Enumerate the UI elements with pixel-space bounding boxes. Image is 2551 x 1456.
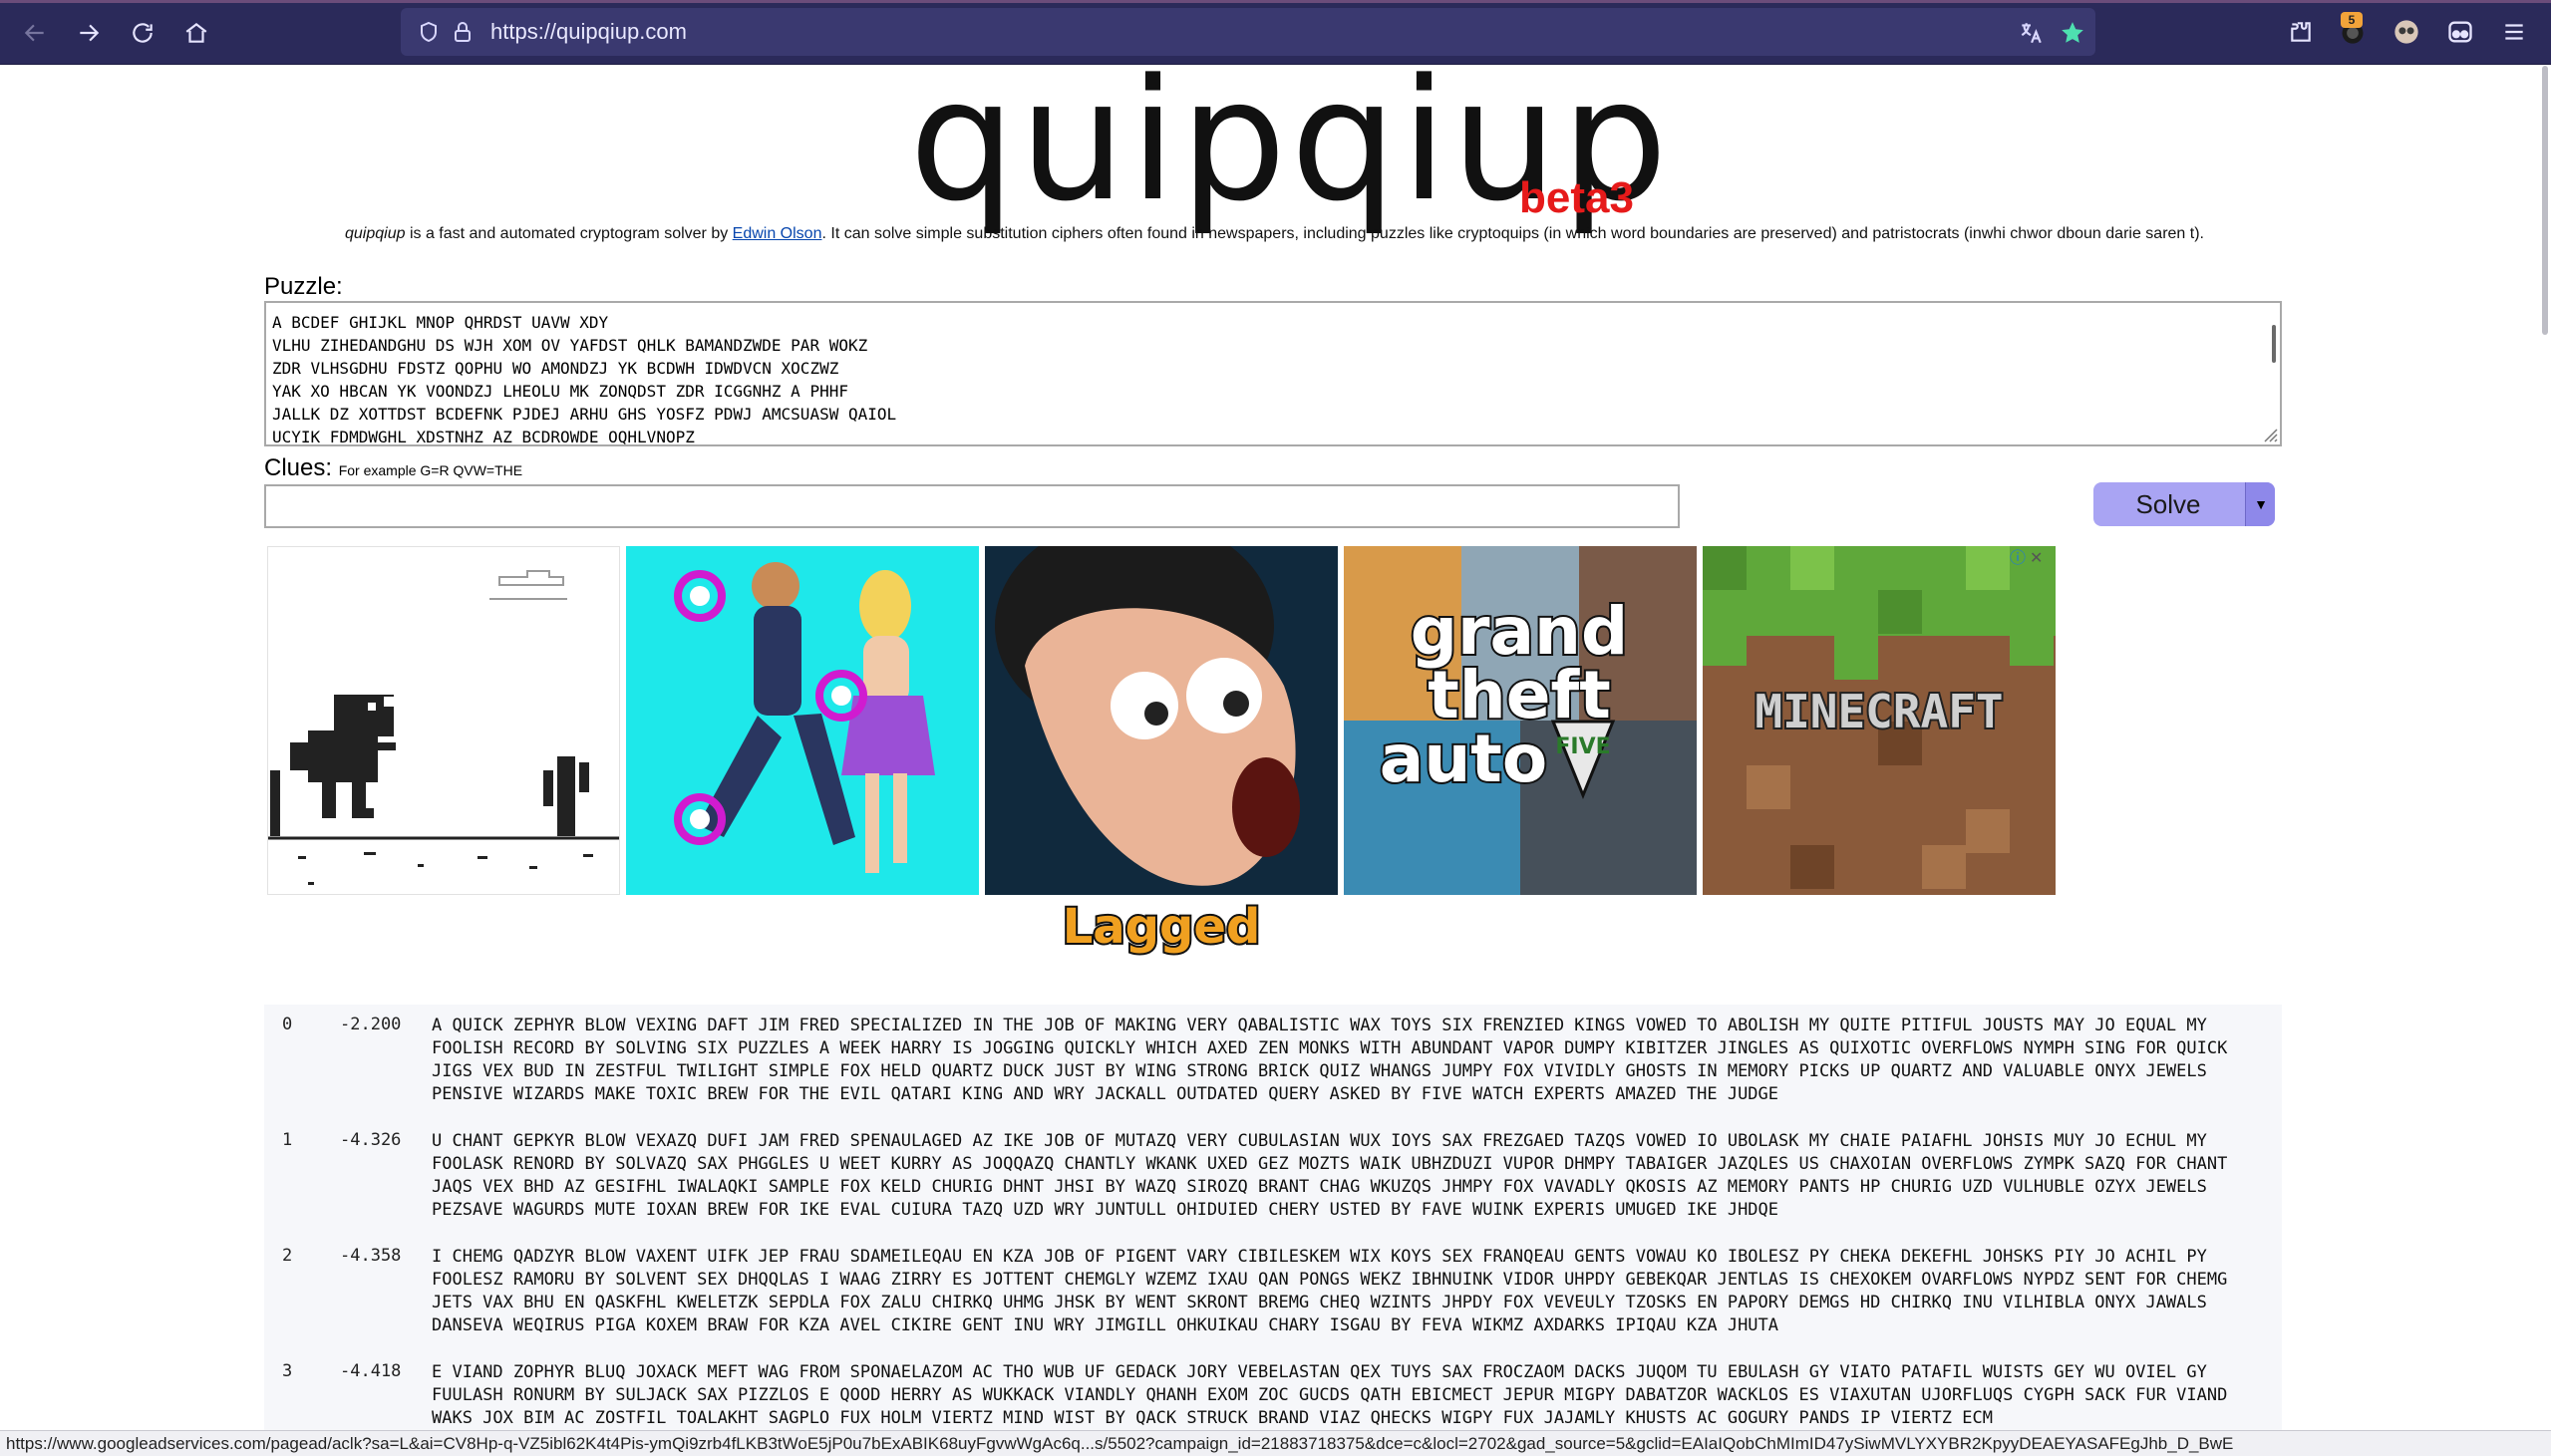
- back-button[interactable]: [18, 16, 52, 50]
- extension-mask-icon[interactable]: [2391, 16, 2422, 48]
- result-text: E VIAND ZOPHYR BLUQ JOXACK MEFT WAG FROM…: [432, 1362, 2238, 1428]
- solve-button[interactable]: Solve ▼: [2093, 482, 2275, 526]
- puzzle-scrollbar[interactable]: [2272, 325, 2276, 363]
- clues-hint: For example G=R QVW=THE: [338, 462, 523, 478]
- ublock-badge: 5: [2341, 12, 2363, 28]
- result-text: I CHEMG QADZYR BLOW VAXENT UIFK JEP FRAU…: [432, 1247, 2238, 1335]
- result-index: 1: [282, 1130, 293, 1150]
- minecraft-text: MINECRAFT: [1754, 685, 2003, 738]
- lagged-logo-text: Lagged: [1063, 899, 1261, 955]
- ad-tile-minecraft[interactable]: MINECRAFT: [1703, 546, 2056, 895]
- solve-dropdown-caret-icon[interactable]: ▼: [2245, 482, 2275, 526]
- intro-brand: quipqiup: [345, 225, 406, 242]
- back-arrow-icon: [24, 24, 44, 42]
- clues-label: Clues: For example G=R QVW=THE: [264, 454, 522, 482]
- ad-tile-gta-five[interactable]: grand theft auto FIVE: [1344, 546, 1697, 895]
- beta-label: beta3: [1519, 173, 1634, 222]
- clues-label-text: Clues:: [264, 454, 333, 481]
- shield-icon[interactable]: [417, 20, 443, 46]
- puzzle-label: Puzzle:: [264, 273, 343, 300]
- intro-before-link: is a fast and automated cryptogram solve…: [405, 225, 733, 242]
- ad-tile-dino[interactable]: [267, 546, 620, 895]
- result-score: -4.418: [340, 1361, 402, 1381]
- clues-input[interactable]: [264, 484, 1680, 528]
- bookmark-star-icon[interactable]: [2060, 20, 2085, 46]
- intro-after-link: . It can solve simple substitution ciphe…: [821, 225, 2204, 242]
- author-link[interactable]: Edwin Olson: [733, 225, 822, 242]
- intro-text: quipqiup is a fast and automated cryptog…: [345, 225, 2204, 243]
- minecraft-icon: MINECRAFT: [1703, 546, 2056, 889]
- gta-text-3: auto: [1380, 721, 1547, 797]
- extensions-icon[interactable]: [2285, 16, 2317, 48]
- result-text: U CHANT GEPKYR BLOW VEXAZQ DUFI JAM FRED…: [432, 1131, 2238, 1220]
- result-index: 2: [282, 1246, 293, 1266]
- page-scrollbar[interactable]: [2542, 66, 2548, 335]
- reload-button[interactable]: [126, 16, 159, 50]
- resize-grip-icon[interactable]: [2260, 425, 2278, 442]
- result-score: -2.200: [340, 1015, 402, 1034]
- status-bar: https://www.googleadservices.com/pagead/…: [0, 1430, 2551, 1456]
- dance-couple-icon: [674, 562, 935, 873]
- translate-icon[interactable]: [2018, 20, 2044, 46]
- extension-glasses-icon[interactable]: [2444, 16, 2476, 48]
- result-index: 0: [282, 1015, 293, 1034]
- home-button[interactable]: [179, 16, 213, 50]
- result-score: -4.358: [340, 1246, 402, 1266]
- lock-icon[interactable]: [451, 20, 477, 46]
- ad-tile-dance-couple[interactable]: [626, 546, 979, 895]
- result-index: 3: [282, 1361, 293, 1381]
- ad-tile-stretchy-face[interactable]: [985, 546, 1338, 895]
- advertisement[interactable]: grand theft auto FIVE MINECRAFT: [267, 544, 2056, 895]
- url-text[interactable]: https://quipqiup.com: [490, 19, 687, 45]
- gta-text-4: FIVE: [1555, 734, 1610, 759]
- forward-button[interactable]: [72, 16, 106, 50]
- forward-arrow-icon: [80, 24, 100, 42]
- reload-icon: [133, 23, 153, 43]
- toolbar-accent-line: [0, 0, 2551, 3]
- gta-five-icon: grand theft auto FIVE: [1344, 546, 1697, 895]
- puzzle-textarea[interactable]: A BCDEF GHIJKL MNOP QHRDST UAVW XDY VLHU…: [264, 301, 2282, 446]
- lagged-logo[interactable]: Lagged: [1051, 897, 1272, 957]
- home-icon: [185, 22, 207, 43]
- dinosaur-icon: [268, 570, 619, 885]
- result-text: A QUICK ZEPHYR BLOW VEXING DAFT JIM FRED…: [432, 1016, 2238, 1104]
- solve-label[interactable]: Solve: [2093, 482, 2243, 526]
- menu-icon[interactable]: [2498, 16, 2530, 48]
- adchoices-icon[interactable]: ⓘ ✕: [2010, 544, 2043, 568]
- result-score: -4.326: [340, 1130, 402, 1150]
- stretchy-face-icon: [995, 546, 1300, 886]
- puzzle-text[interactable]: A BCDEF GHIJKL MNOP QHRDST UAVW XDY VLHU…: [266, 303, 2280, 444]
- results-table: 0 -2.200 A QUICK ZEPHYR BLOW VEXING DAFT…: [264, 1005, 2282, 1456]
